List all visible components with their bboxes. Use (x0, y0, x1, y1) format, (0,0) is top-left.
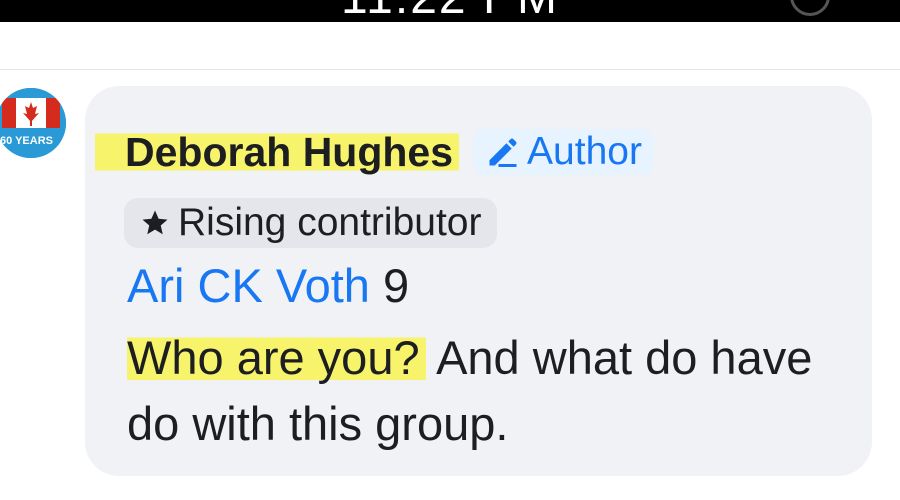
author-badge-label: Author (527, 130, 642, 173)
author-highlight: Deborah Hughes (95, 128, 460, 176)
status-time: 11:22 PM (0, 0, 900, 22)
author-badge: Author (473, 129, 654, 175)
canada-flag-icon: 60 YEARS (0, 88, 66, 158)
mention-count: 9 (383, 259, 410, 312)
pencil-icon (489, 138, 517, 167)
contributor-badge: Rising contributor (124, 198, 498, 248)
contributor-badge-label: Rising contributor (178, 201, 482, 244)
author-name[interactable]: Deborah Hughes (125, 129, 453, 175)
comment-text: Who are you? And what do have do with th… (127, 325, 857, 457)
author-row: Deborah Hughes Author (95, 122, 654, 182)
avatar[interactable]: 60 YEARS (0, 88, 66, 158)
star-icon (142, 210, 168, 235)
avatar-label: 60 YEARS (0, 135, 53, 147)
mention-link[interactable]: Ari CK Voth (127, 259, 370, 312)
mention-line: Ari CK Voth 9 (127, 256, 409, 316)
comment-text-highlight: Who are you? (127, 331, 426, 384)
status-bar: 11:22 PM (0, 0, 900, 22)
header-divider (0, 69, 900, 70)
